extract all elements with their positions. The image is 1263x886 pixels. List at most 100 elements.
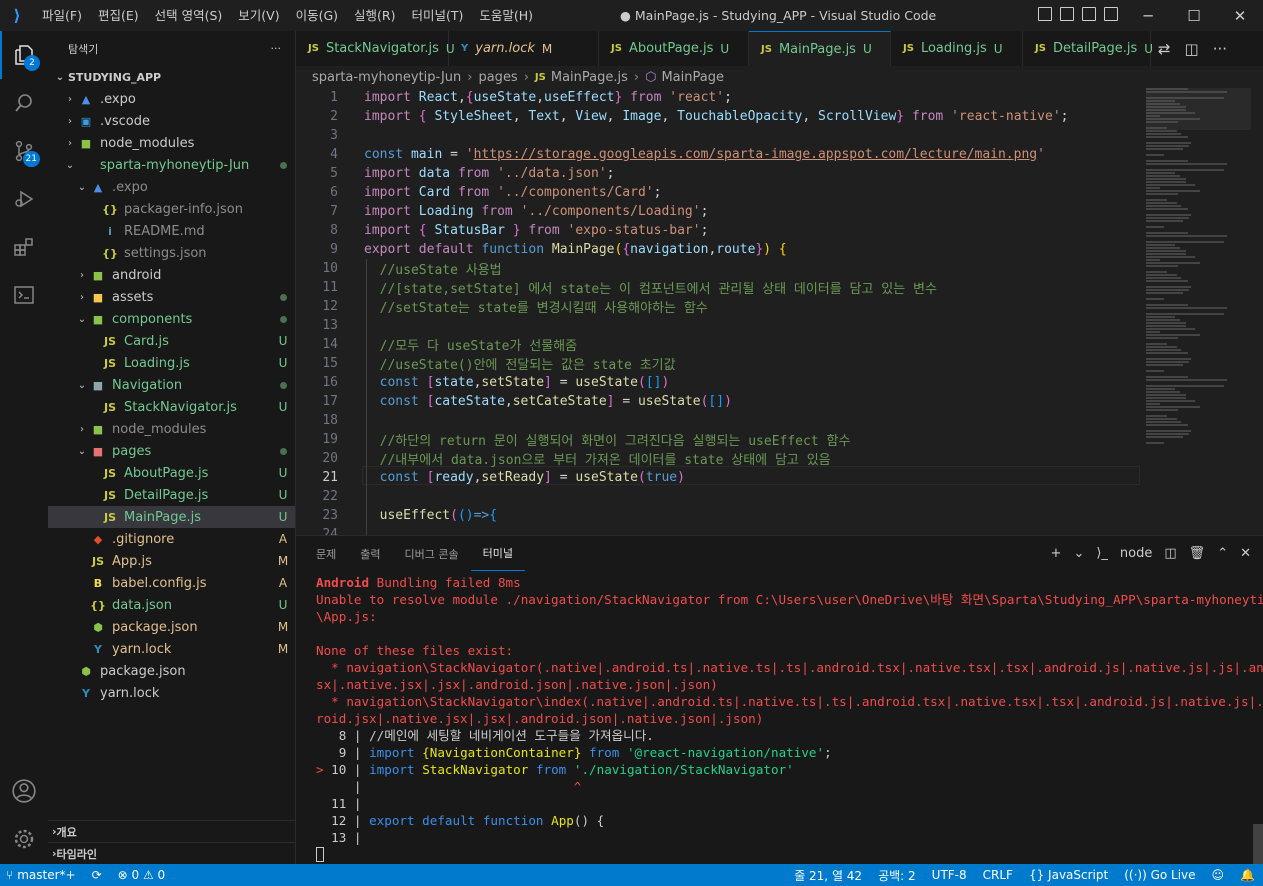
- code-line[interactable]: 13: [296, 316, 1146, 335]
- menu-item[interactable]: 이동(G): [288, 0, 346, 31]
- file-item[interactable]: Bbabel.config.js A: [48, 572, 295, 594]
- code-line[interactable]: 16 const [state,setState] = useState([]): [296, 373, 1146, 392]
- encoding[interactable]: UTF-8: [924, 868, 975, 882]
- more-actions-icon[interactable]: ···: [1213, 40, 1227, 58]
- menu-item[interactable]: 실행(R): [346, 0, 403, 31]
- folder-item[interactable]: › ■ node_modules: [48, 418, 295, 440]
- go-live-button[interactable]: ((·)) Go Live: [1116, 868, 1203, 882]
- code-line[interactable]: 8 import { StatusBar } from 'expo-status-…: [296, 221, 1146, 240]
- code-line[interactable]: 19 //하단의 return 문이 실행되어 화면이 그려진다음 실행되는 u…: [296, 430, 1146, 449]
- file-item[interactable]: JS Card.js U: [48, 330, 295, 352]
- folder-item[interactable]: ⌄ ■ components: [48, 308, 295, 330]
- code-line[interactable]: 1 import React,{useState,useEffect} from …: [296, 88, 1146, 107]
- file-item[interactable]: JS StackNavigator.js U: [48, 396, 295, 418]
- folder-item[interactable]: › ■ node_modules: [48, 132, 295, 154]
- git-branch[interactable]: master*+: [17, 868, 83, 882]
- toggle-secondary-sidebar-icon[interactable]: [1082, 7, 1096, 21]
- split-editor-icon[interactable]: ◫: [1185, 40, 1199, 58]
- file-item[interactable]: {} settings.json: [48, 242, 295, 264]
- code-line[interactable]: 22: [296, 487, 1146, 506]
- maximize-panel-icon[interactable]: ⌃: [1217, 546, 1228, 561]
- code-line[interactable]: 6 import Card from '../components/Card';: [296, 183, 1146, 202]
- file-item[interactable]: i README.md: [48, 220, 295, 242]
- code-line[interactable]: 2 import { StyleSheet, Text, View, Image,…: [296, 107, 1146, 126]
- code-line[interactable]: 9 export default function MainPage({navig…: [296, 240, 1146, 259]
- minimap[interactable]: [1146, 88, 1251, 535]
- panel-tab[interactable]: 문제: [304, 536, 348, 571]
- file-item[interactable]: ⬢ package.json: [48, 660, 295, 682]
- new-terminal-button[interactable]: +: [1051, 546, 1062, 561]
- folder-item[interactable]: ⌄ ■ pages: [48, 440, 295, 462]
- terminal-scrollbar[interactable]: [1253, 824, 1263, 864]
- file-item[interactable]: {} data.json U: [48, 594, 295, 616]
- folder-item[interactable]: ⌄ sparta-myhoneytip-Jun: [48, 154, 295, 176]
- tab-yarn-lock[interactable]: Yyarn.lock M: [449, 31, 599, 66]
- file-item[interactable]: ⬢ package.json M: [48, 616, 295, 638]
- panel-tab[interactable]: 출력: [348, 536, 392, 571]
- menu-item[interactable]: 도움말(H): [471, 0, 541, 31]
- explorer-activity[interactable]: 2: [0, 31, 48, 79]
- indentation[interactable]: 공백: 2: [870, 867, 924, 884]
- breadcrumb-folder[interactable]: pages: [478, 70, 517, 85]
- maximize-button[interactable]: ☐: [1171, 0, 1217, 31]
- file-item[interactable]: ◆ .gitignore A: [48, 528, 295, 550]
- code-line[interactable]: 23 useEffect(()=>{: [296, 506, 1146, 525]
- code-line[interactable]: 12 //setState는 state를 변경시킬때 사용해야하는 함수: [296, 297, 1146, 316]
- source-control-activity[interactable]: 21: [0, 127, 48, 175]
- code-editor[interactable]: 1 import React,{useState,useEffect} from …: [296, 88, 1263, 535]
- breadcrumb-folder[interactable]: sparta-myhoneytip-Jun: [312, 70, 461, 85]
- tab-detailpage-js[interactable]: JS DetailPage.js U: [1023, 31, 1153, 66]
- account-activity[interactable]: [0, 767, 48, 815]
- file-item[interactable]: JS App.js M: [48, 550, 295, 572]
- panel-tab[interactable]: 디버그 콘솔: [393, 536, 471, 571]
- menu-item[interactable]: 선택 영역(S): [147, 0, 231, 31]
- problems-indicator[interactable]: ⊗ 0 ⚠ 0: [110, 868, 174, 882]
- close-panel-icon[interactable]: ✕: [1240, 546, 1251, 561]
- tab-mainpage-js[interactable]: JS MainPage.js U: [749, 31, 891, 66]
- code-line[interactable]: 14 //모두 다 useState가 선물해줌: [296, 335, 1146, 354]
- file-item[interactable]: {} packager-info.json: [48, 198, 295, 220]
- cursor-position[interactable]: 줄 21, 열 42: [786, 867, 870, 884]
- timeline-section[interactable]: › 타임라인: [48, 842, 295, 864]
- toggle-panel-icon[interactable]: [1060, 7, 1074, 21]
- menu-item[interactable]: 파일(F): [34, 0, 90, 31]
- workspace-root[interactable]: ⌄ STUDYING_APP: [48, 66, 295, 88]
- menu-item[interactable]: 터미널(T): [404, 0, 472, 31]
- file-item[interactable]: Yyarn.lock M: [48, 638, 295, 660]
- sync-button[interactable]: ⟳: [84, 868, 110, 882]
- tab-aboutpage-js[interactable]: JS AboutPage.js U: [599, 31, 749, 66]
- folder-item[interactable]: › ■ assets: [48, 286, 295, 308]
- file-item[interactable]: Yyarn.lock: [48, 682, 295, 704]
- manage-activity[interactable]: [0, 815, 48, 863]
- terminal-name[interactable]: node: [1120, 546, 1152, 561]
- breadcrumb-symbol[interactable]: MainPage: [661, 70, 724, 85]
- remote-indicator[interactable]: ⑂: [0, 868, 17, 882]
- folder-item[interactable]: ⌄ ▲ .expo: [48, 176, 295, 198]
- code-line[interactable]: 11 //[state,setState] 에서 state는 이 컴포넌트에서…: [296, 278, 1146, 297]
- language-mode[interactable]: {} JavaScript: [1021, 868, 1116, 882]
- code-line[interactable]: 5 import data from '../data.json';: [296, 164, 1146, 183]
- chevron-down-icon[interactable]: ⌄: [1073, 546, 1084, 561]
- panel-tab[interactable]: 터미널: [470, 536, 525, 571]
- code-line[interactable]: 24: [296, 525, 1146, 535]
- code-line[interactable]: 18: [296, 411, 1146, 430]
- feedback-icon[interactable]: ☺: [1204, 868, 1233, 882]
- menu-item[interactable]: 편집(E): [90, 0, 147, 31]
- run-debug-activity[interactable]: [0, 175, 48, 223]
- folder-item[interactable]: ⌄ ■ Navigation: [48, 374, 295, 396]
- open-changes-icon[interactable]: ⇄: [1158, 40, 1171, 58]
- code-line[interactable]: 10 //useState 사용법: [296, 259, 1146, 278]
- file-item[interactable]: JS AboutPage.js U: [48, 462, 295, 484]
- code-line[interactable]: 3: [296, 126, 1146, 145]
- more-actions-icon[interactable]: ···: [271, 42, 282, 55]
- tab-stacknavigator-js[interactable]: JS StackNavigator.js U: [296, 31, 455, 66]
- folder-item[interactable]: › ▣ .vscode: [48, 110, 295, 132]
- file-item[interactable]: JS Loading.js U: [48, 352, 295, 374]
- remote-explorer-activity[interactable]: [0, 271, 48, 319]
- toggle-primary-sidebar-icon[interactable]: [1038, 7, 1052, 21]
- split-terminal-icon[interactable]: ◫: [1164, 546, 1176, 561]
- file-item[interactable]: JS MainPage.js U: [48, 506, 295, 528]
- notifications-icon[interactable]: 🔔: [1232, 868, 1263, 882]
- code-line[interactable]: 20 //내부에서 data.json으로 부터 가져온 데이터를 state …: [296, 449, 1146, 468]
- end-of-line[interactable]: CRLF: [975, 868, 1021, 882]
